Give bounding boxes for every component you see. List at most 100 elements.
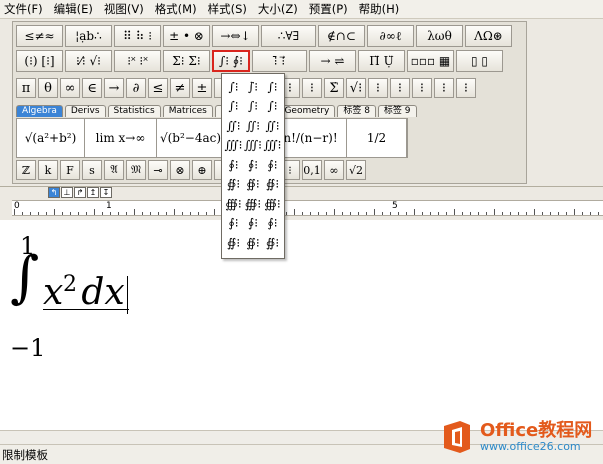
fractions-palette[interactable]: ⁝⁄⁝ √⁝ [65,50,112,72]
ruler[interactable]: 0 1 5 [12,200,603,216]
integral-template-option[interactable]: ∮⁝ [263,215,282,232]
integral-template-option[interactable]: ∭⁝ [224,137,243,154]
symbol-button-5[interactable]: ∂ [126,78,146,98]
relations-palette[interactable]: ≤≠≈ [16,25,63,47]
tabstop-button-4[interactable]: ↧ [100,187,112,198]
matrices-palette[interactable]: ▫▫▫ ▦ [407,50,454,72]
subscripts-palette[interactable]: ⁝˟ ⁝˟ [114,50,161,72]
integral-template-option[interactable]: ∰⁝ [224,195,243,212]
sums-palette[interactable]: Σ⁝ Σ⁝ [163,50,210,72]
symbol-button-18[interactable]: ⁝ [412,78,432,98]
products-palette[interactable]: Π̈ Ụ̈ [358,50,405,72]
integral-template-option[interactable]: ∮⁝ [244,156,263,173]
integral-template-option[interactable]: ∮⁝ [244,215,263,232]
integrals-palette[interactable]: ∫⁝ ∮⁝ [212,50,250,72]
integral-template-option[interactable]: ∯⁝ [244,234,263,251]
symbol-button-13[interactable]: ⁝ [302,78,322,98]
discriminant-template[interactable]: √(b²−4ac) [157,119,225,157]
set-theory-palette[interactable]: ∉∩⊂ [318,25,365,47]
menu-item-0[interactable]: 文件(F) [4,1,43,17]
integral-template-option[interactable]: ∰⁝ [263,195,282,212]
tabstop-button-3[interactable]: ↥ [87,187,99,198]
integral-template-option[interactable]: ∬⁝ [263,117,282,134]
menu-item-2[interactable]: 视图(V) [104,1,144,17]
equation[interactable]: 1 ∫ x dx 2 −1 [10,232,140,372]
tab-1[interactable]: Derivs [64,105,106,117]
symbol-button-6[interactable]: ≤ [148,78,168,98]
combination-template[interactable]: n!/(n−r)! [275,119,347,157]
symbol-button-3[interactable]: ∈ [82,78,102,98]
tab-7[interactable]: 标签 8 [337,105,376,117]
symbol-button-20[interactable]: ⁝ [456,78,476,98]
symbol-button-row2-1[interactable]: k [38,160,58,180]
menu-item-3[interactable]: 格式(M) [155,1,197,17]
integral-template-option[interactable]: ∯⁝ [263,234,282,251]
symbol-button-row2-14[interactable]: ∞ [324,160,344,180]
integral-template-option[interactable]: ∭⁝ [263,137,282,154]
sqrt-sum-template[interactable]: √(a²+b²) [17,119,85,157]
tab-6[interactable]: Geometry [278,105,336,117]
symbol-button-row2-3[interactable]: s [82,160,102,180]
integral-template-option[interactable]: ∯⁝ [244,176,263,193]
bars-palette[interactable]: ⁝̄ ⁝⃗ [252,50,307,72]
arrows-palette[interactable]: →⇔↓ [212,25,259,47]
lower-limit[interactable]: −1 [10,334,45,362]
integrand[interactable]: x dx [43,272,125,313]
symbol-button-row2-5[interactable]: 𝔐 [126,160,146,180]
symbol-button-15[interactable]: √⁝ [346,78,366,98]
symbol-button-0[interactable]: π [16,78,36,98]
symbol-button-14[interactable]: Σ̇ [324,78,344,98]
integral-template-option[interactable]: ∫⁝ [263,78,282,95]
integral-template-option[interactable]: ∯⁝ [263,176,282,193]
integral-template-option[interactable]: ∮⁝ [224,215,243,232]
integral-template-option[interactable]: ∰⁝ [244,195,263,212]
symbol-button-row2-15[interactable]: √2 [346,160,366,180]
tabstop-button-1[interactable]: ⊥ [61,187,73,198]
menu-item-4[interactable]: 样式(S) [208,1,247,17]
integral-template-option[interactable]: ∮⁝ [224,156,243,173]
symbol-button-row2-8[interactable]: ⊕ [192,160,212,180]
operators-palette[interactable]: ± • ⊗ [163,25,210,47]
symbol-button-16[interactable]: ⁝ [368,78,388,98]
menu-item-7[interactable]: 帮助(H) [359,1,400,17]
symbol-button-row2-0[interactable]: ℤ [16,160,36,180]
symbol-button-2[interactable]: ∞ [60,78,80,98]
exponent[interactable]: 2 [63,272,77,297]
integral-template-option[interactable]: ∫⁝ [244,98,263,115]
menu-item-5[interactable]: 大小(Z) [258,1,298,17]
integral-template-option[interactable]: ∫⁝ [263,98,282,115]
misc-symbols-palette[interactable]: ∂∞ℓ [367,25,414,47]
integral-template-option[interactable]: ∯⁝ [224,234,243,251]
integral-template-option[interactable]: ∬⁝ [224,117,243,134]
integral-template-option[interactable]: ∭⁝ [244,137,263,154]
half-template[interactable]: 1/2 [347,119,407,157]
menu-item-1[interactable]: 编辑(E) [54,1,93,17]
integral-template-option[interactable]: ∫⁝ [224,98,243,115]
tab-3[interactable]: Matrices [162,105,213,117]
integral-template-option[interactable]: ∯⁝ [224,176,243,193]
symbol-button-row2-2[interactable]: F [60,160,80,180]
fences-palette[interactable]: (⁝) [⁝] [16,50,63,72]
tab-0[interactable]: Algebra [16,105,63,117]
integral-template-option[interactable]: ∬⁝ [244,117,263,134]
symbol-button-8[interactable]: ± [192,78,212,98]
spaces-palette[interactable]: ¦ạb∴ [65,25,112,47]
symbol-button-row2-13[interactable]: [0,1] [302,160,322,180]
misc-templates-palette[interactable]: ▯ ▯ [456,50,503,72]
embellishments-palette[interactable]: ⠿ ⠷ ⁝ [114,25,161,47]
tabstop-button-0[interactable]: ↰ [48,187,60,198]
labeled-arrows-palette[interactable]: → ⇌ [309,50,356,72]
limit-template[interactable]: lim x→∞ [85,119,157,157]
integrand-variable[interactable]: x [43,272,63,313]
symbol-button-17[interactable]: ⁝ [390,78,410,98]
integral-template-option[interactable]: ∫̇⁝ [244,78,263,95]
symbol-button-1[interactable]: θ [38,78,58,98]
integral-template-option[interactable]: ∫⁝ [224,78,243,95]
tab-2[interactable]: Statistics [107,105,161,117]
symbol-button-7[interactable]: ≠ [170,78,190,98]
symbol-button-row2-7[interactable]: ⊗ [170,160,190,180]
symbol-button-4[interactable]: → [104,78,124,98]
logic-palette[interactable]: ∴∀∃ [261,25,316,47]
symbol-button-19[interactable]: ⁝ [434,78,454,98]
greek-lower-palette[interactable]: λωθ [416,25,463,47]
